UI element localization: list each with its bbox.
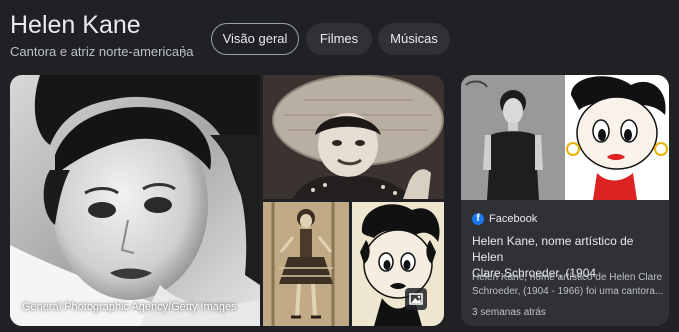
photo-credit: General Photographic Agency/Getty Images — [22, 301, 237, 313]
tab-visao-geral[interactable]: Visão geral — [211, 23, 299, 55]
dancer-photo[interactable] — [263, 202, 349, 326]
card-snippet: Helen Kane, nome artístico de Helen Clar… — [472, 271, 664, 299]
facebook-icon: f — [472, 213, 484, 225]
card-title-line-1: Helen Kane, nome artístico de Helen — [472, 234, 634, 264]
entity-subtitle: Cantora e atriz norte-americana — [10, 44, 194, 59]
card-snippet-line-2: Schroeder, (1904 - 1966) foi uma cantora… — [472, 286, 664, 297]
card-date: 3 semanas atrás — [472, 307, 546, 318]
card-source: f Facebook — [472, 211, 537, 227]
facebook-result-card[interactable]: f Facebook Helen Kane, nome artístico de… — [461, 75, 669, 326]
entity-title: Helen Kane — [10, 11, 141, 39]
cartoon-photo[interactable] — [352, 202, 444, 326]
tab-filmes[interactable]: Filmes — [306, 23, 372, 55]
straw-hat-photo[interactable] — [263, 75, 444, 199]
image-icon[interactable] — [405, 288, 427, 310]
card-image — [461, 75, 669, 200]
card-snippet-line-1: Helen Kane, nome artístico de Helen Clar… — [472, 272, 663, 283]
more-vert-icon[interactable]: ⋮ — [176, 41, 190, 61]
source-label: Facebook — [489, 213, 538, 225]
main-portrait-photo[interactable] — [10, 75, 260, 326]
tab-musicas[interactable]: Músicas — [378, 23, 450, 55]
